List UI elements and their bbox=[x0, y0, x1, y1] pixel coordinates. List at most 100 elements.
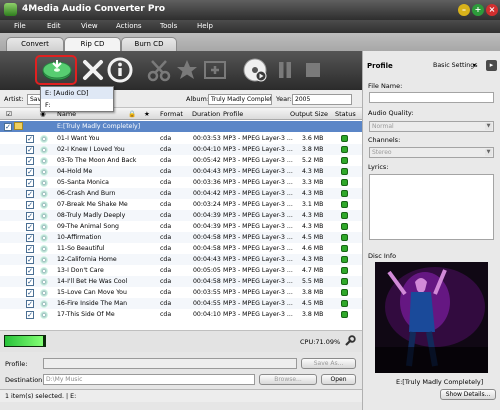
audio-quality-select[interactable]: Normal ▼ bbox=[369, 121, 494, 132]
row-checkbox[interactable]: ✓ bbox=[26, 244, 34, 253]
menu-file[interactable]: File bbox=[14, 22, 26, 30]
menu-edit[interactable]: Edit bbox=[47, 22, 61, 30]
info-icon[interactable] bbox=[107, 57, 133, 83]
minimize-icon[interactable]: – bbox=[458, 4, 470, 16]
album-input[interactable]: Truly Madly Completely bbox=[208, 94, 272, 105]
tab-rip-cd[interactable]: Rip CD bbox=[64, 37, 121, 52]
track-format: cda bbox=[160, 245, 172, 252]
lyrics-textarea[interactable] bbox=[369, 174, 494, 240]
table-row[interactable]: ✓ 17-This Side Of Me cda 00:04:10 MP3 - … bbox=[0, 309, 362, 320]
tab-burn-cd[interactable]: Burn CD bbox=[121, 37, 177, 51]
table-row[interactable]: ✓ 10-Affirmation cda 00:04:58 MP3 - MPEG… bbox=[0, 232, 362, 243]
status-icon bbox=[341, 190, 348, 197]
table-row[interactable]: ✓ 07-Break Me Shake Me cda 00:03:24 MP3 … bbox=[0, 199, 362, 210]
track-duration: 00:03:36 bbox=[193, 179, 221, 186]
year-input[interactable]: 2005 bbox=[292, 94, 352, 105]
row-checkbox[interactable]: ✓ bbox=[26, 156, 34, 165]
track-profile: MP3 - MPEG Layer-3 ... bbox=[223, 256, 293, 263]
table-row[interactable]: ✓ 09-The Animal Song cda 00:04:39 MP3 - … bbox=[0, 221, 362, 232]
row-checkbox[interactable]: ✓ bbox=[26, 178, 34, 187]
table-row[interactable]: ✓ 03-To The Moon And Back cda 00:05:42 M… bbox=[0, 155, 362, 166]
track-profile: MP3 - MPEG Layer-3 ... bbox=[223, 223, 293, 230]
row-checkbox[interactable]: ✓ bbox=[26, 167, 34, 176]
header-duration[interactable]: Duration bbox=[192, 110, 220, 118]
year-label: Year: bbox=[276, 95, 292, 103]
row-checkbox[interactable]: ✓ bbox=[26, 189, 34, 198]
start-convert-icon[interactable] bbox=[242, 57, 268, 83]
drive-option-e[interactable]: E: [Audio CD] bbox=[41, 87, 113, 99]
album-checkbox[interactable]: ✓ bbox=[4, 122, 12, 131]
chevron-down-icon: ▼ bbox=[485, 149, 492, 156]
status-icon bbox=[341, 289, 348, 296]
track-name: 02-I Knew I Loved You bbox=[57, 146, 125, 153]
row-checkbox[interactable]: ✓ bbox=[26, 233, 34, 242]
status-icon bbox=[341, 234, 348, 241]
row-checkbox[interactable]: ✓ bbox=[26, 255, 34, 264]
menu-help[interactable]: Help bbox=[197, 22, 213, 30]
table-row[interactable]: ✓ 15-Love Can Move You cda 00:03:55 MP3 … bbox=[0, 287, 362, 298]
table-row[interactable]: ✓ 13-I Don't Care cda 00:05:05 MP3 - MPE… bbox=[0, 265, 362, 276]
show-details-button[interactable]: Show Details... bbox=[440, 389, 496, 400]
artist-input[interactable]: Sav bbox=[27, 94, 41, 105]
profile-select[interactable] bbox=[43, 358, 297, 369]
header-check-icon[interactable]: ☑ bbox=[6, 110, 12, 118]
drive-option-f[interactable]: F: bbox=[41, 99, 113, 111]
row-checkbox[interactable]: ✓ bbox=[26, 145, 34, 154]
delete-icon[interactable] bbox=[80, 57, 106, 83]
close-icon[interactable]: × bbox=[486, 4, 498, 16]
row-checkbox[interactable]: ✓ bbox=[26, 299, 34, 308]
destination-input[interactable]: D:\My Music bbox=[43, 374, 255, 385]
row-checkbox[interactable]: ✓ bbox=[26, 211, 34, 220]
status-icon bbox=[341, 212, 348, 219]
row-checkbox[interactable]: ✓ bbox=[26, 266, 34, 275]
row-checkbox[interactable]: ✓ bbox=[26, 134, 34, 143]
track-size: 3.1 MB bbox=[302, 201, 324, 208]
drive-dropdown[interactable]: E: [Audio CD] F: bbox=[40, 86, 114, 112]
header-status[interactable]: Status bbox=[335, 110, 356, 118]
album-row[interactable]: ✓ E:[Truly Madly Completely] bbox=[0, 121, 362, 132]
menu-actions[interactable]: Actions bbox=[116, 22, 142, 30]
header-output-size[interactable]: Output Size bbox=[290, 110, 328, 118]
disc-caption: E:[Truly Madly Completely] bbox=[396, 378, 484, 386]
browse-button[interactable]: Browse... bbox=[259, 374, 317, 385]
table-row[interactable]: ✓ 05-Santa Monica cda 00:03:36 MP3 - MPE… bbox=[0, 177, 362, 188]
row-checkbox[interactable]: ✓ bbox=[26, 277, 34, 286]
status-icon bbox=[341, 201, 348, 208]
save-as-button[interactable]: Save As... bbox=[301, 358, 356, 369]
track-size: 4.5 MB bbox=[302, 300, 324, 307]
track-size: 4.3 MB bbox=[302, 223, 324, 230]
row-checkbox[interactable]: ✓ bbox=[26, 200, 34, 209]
track-profile: MP3 - MPEG Layer-3 ... bbox=[223, 135, 293, 142]
table-row[interactable]: ✓ 14-I'll Bet He Was Cool cda 00:04:58 M… bbox=[0, 276, 362, 287]
menu-tools[interactable]: Tools bbox=[160, 22, 177, 30]
maximize-icon[interactable]: + bbox=[472, 4, 484, 16]
header-format[interactable]: Format bbox=[160, 110, 183, 118]
row-checkbox[interactable]: ✓ bbox=[26, 288, 34, 297]
table-row[interactable]: ✓ 01-I Want You cda 00:03:53 MP3 - MPEG … bbox=[0, 133, 362, 144]
collapse-panel-icon[interactable]: ▸ bbox=[486, 60, 497, 71]
track-name: 12-California Home bbox=[57, 256, 117, 263]
table-row[interactable]: ✓ 16-Fire Inside The Man cda 00:04:55 MP… bbox=[0, 298, 362, 309]
tab-convert[interactable]: Convert bbox=[6, 37, 64, 51]
header-profile[interactable]: Profile bbox=[223, 110, 243, 118]
wrench-icon[interactable] bbox=[343, 335, 356, 348]
table-row[interactable]: ✓ 04-Hold Me cda 00:04:43 MP3 - MPEG Lay… bbox=[0, 166, 362, 177]
rip-cd-button-highlight[interactable] bbox=[35, 55, 77, 85]
table-row[interactable]: ✓ 08-Truly Madly Deeply cda 00:04:39 MP3… bbox=[0, 210, 362, 221]
table-row[interactable]: ✓ 11-So Beautiful cda 00:04:58 MP3 - MPE… bbox=[0, 243, 362, 254]
channels-select[interactable]: Stereo ▼ bbox=[369, 147, 494, 158]
track-format: cda bbox=[160, 146, 172, 153]
row-checkbox[interactable]: ✓ bbox=[26, 222, 34, 231]
file-name-input[interactable] bbox=[369, 92, 494, 103]
status-icon bbox=[341, 179, 348, 186]
open-button[interactable]: Open bbox=[321, 374, 356, 385]
row-checkbox[interactable]: ✓ bbox=[26, 310, 34, 319]
basic-settings-dropdown[interactable]: Basic Settings bbox=[433, 62, 478, 69]
menu-view[interactable]: View bbox=[81, 22, 98, 30]
table-row[interactable]: ✓ 02-I Knew I Loved You cda 00:04:10 MP3… bbox=[0, 144, 362, 155]
chevron-down-icon[interactable]: ▾ bbox=[473, 62, 476, 69]
table-row[interactable]: ✓ 06-Crash And Burn cda 00:04:42 MP3 - M… bbox=[0, 188, 362, 199]
table-row[interactable]: ✓ 12-California Home cda 00:04:43 MP3 - … bbox=[0, 254, 362, 265]
status-icon bbox=[341, 157, 348, 164]
track-name: 04-Hold Me bbox=[57, 168, 93, 175]
